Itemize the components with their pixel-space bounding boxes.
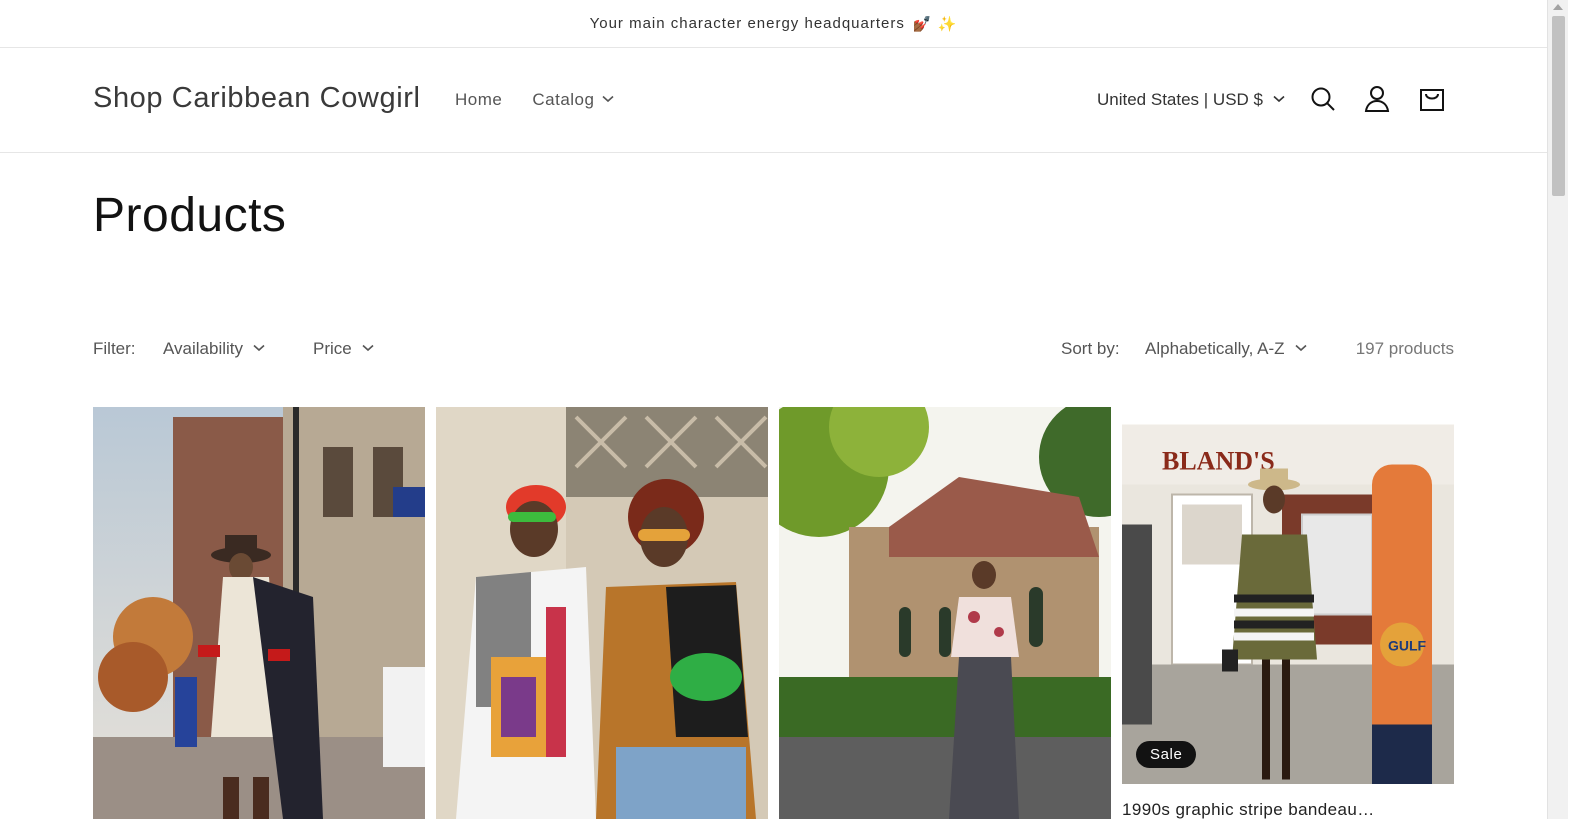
account-button[interactable] bbox=[1362, 84, 1392, 114]
account-icon bbox=[1364, 85, 1390, 113]
product-card[interactable] bbox=[93, 407, 425, 819]
nav-home[interactable]: Home bbox=[455, 90, 502, 110]
product-image bbox=[93, 407, 425, 819]
product-count: 197 products bbox=[1355, 339, 1454, 358]
page-scrollbar[interactable] bbox=[1547, 0, 1568, 819]
price-label: Price bbox=[313, 339, 352, 358]
nav-catalog-label: Catalog bbox=[532, 90, 595, 109]
country-selector[interactable]: United States | USD $ bbox=[1097, 90, 1285, 110]
product-image-wrap: BLAND'S GULF Sale bbox=[1122, 407, 1454, 784]
chevron-down-icon bbox=[1294, 344, 1307, 354]
product-image: BLAND'S GULF bbox=[1122, 424, 1454, 784]
product-title[interactable]: 1990s graphic stripe bandeau… bbox=[1122, 800, 1375, 819]
filter-bar: Filter: Availability Price Sort by: Alph… bbox=[93, 339, 1454, 361]
price-filter[interactable]: Price bbox=[313, 339, 374, 359]
nav-catalog[interactable]: Catalog bbox=[532, 90, 615, 110]
announcement-text: Your main character energy headquarters bbox=[589, 15, 905, 32]
availability-filter[interactable]: Availability bbox=[163, 339, 265, 359]
sort-value: Alphabetically, A-Z bbox=[1145, 339, 1285, 358]
page-title: Products bbox=[93, 189, 287, 242]
cart-icon bbox=[1419, 85, 1445, 113]
announcement-emoji: 💅🏾 ✨ bbox=[912, 15, 958, 33]
scrollbar-thumb[interactable] bbox=[1552, 16, 1565, 196]
product-card[interactable]: BLAND'S GULF Sale 1990s graphic stripe b… bbox=[1122, 407, 1454, 819]
search-button[interactable] bbox=[1308, 84, 1338, 114]
country-label: United States | USD $ bbox=[1097, 90, 1263, 109]
sale-badge: Sale bbox=[1136, 741, 1197, 768]
store-logo[interactable]: Shop Caribbean Cowgirl bbox=[93, 82, 421, 115]
availability-label: Availability bbox=[163, 339, 244, 358]
chevron-down-icon bbox=[253, 344, 265, 354]
cart-button[interactable] bbox=[1417, 84, 1447, 114]
scroll-up-arrow-icon[interactable] bbox=[1553, 4, 1563, 10]
sort-label: Sort by: bbox=[1061, 339, 1120, 358]
svg-text:BLAND'S: BLAND'S bbox=[1162, 447, 1275, 476]
nav-home-label: Home bbox=[455, 90, 503, 109]
chevron-down-icon bbox=[362, 344, 374, 354]
search-icon bbox=[1310, 86, 1336, 112]
product-card[interactable] bbox=[779, 407, 1111, 819]
main-nav: Home Catalog bbox=[455, 90, 615, 110]
chevron-down-icon bbox=[602, 95, 615, 105]
product-image bbox=[779, 407, 1111, 819]
chevron-down-icon bbox=[1273, 95, 1285, 105]
svg-text:GULF: GULF bbox=[1388, 638, 1427, 654]
site-header: Shop Caribbean Cowgirl Home Catalog Unit… bbox=[0, 48, 1547, 153]
announcement-bar: Your main character energy headquarters … bbox=[0, 0, 1547, 48]
filter-label: Filter: bbox=[93, 339, 136, 358]
product-image bbox=[436, 407, 768, 819]
product-card[interactable] bbox=[436, 407, 768, 819]
sort-select[interactable]: Alphabetically, A-Z bbox=[1145, 339, 1307, 359]
product-grid: BLAND'S GULF Sale 1990s graphic stripe b… bbox=[93, 407, 1454, 819]
